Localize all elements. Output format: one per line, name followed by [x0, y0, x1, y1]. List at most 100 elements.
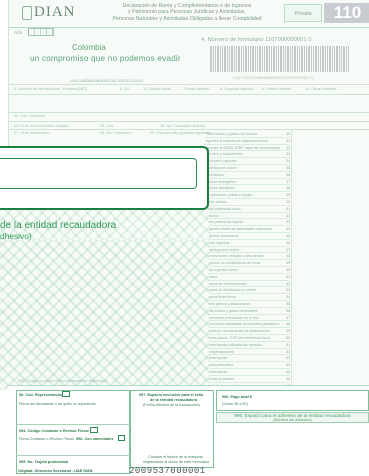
barcode-bar — [287, 46, 289, 72]
grid-row-label: Ingresos no constitutivos de renta — [206, 261, 260, 266]
barcode-bar — [299, 46, 300, 72]
row-divider — [8, 94, 369, 95]
grid-row: Gastos de administración — [204, 281, 290, 288]
grid-row-number: 56 — [286, 308, 290, 313]
barcode-bar — [224, 46, 226, 72]
grid-row-number: 65 — [286, 370, 290, 374]
grid-row: Rentas gravables — [204, 376, 290, 383]
barcode-bar — [336, 46, 338, 72]
grid-row: Activos intangibles — [204, 179, 290, 186]
form-header: DIAN Declaración de Renta y Complementar… — [8, 0, 369, 28]
barcode-bar — [257, 46, 258, 72]
barcode-bar — [329, 46, 331, 72]
grid-row-label: Renta por recuperación de deducciones — [206, 329, 270, 334]
grid-row-label: Rentas gravables — [206, 376, 234, 381]
grid-row: Efectivo y equivalentes — [204, 151, 290, 159]
rep-code-input[interactable] — [62, 391, 70, 397]
grid-row: Renta exenta — [204, 369, 290, 376]
field-segundo-apellido-label: 8. Segundo apellido — [220, 87, 254, 91]
grid-row: Costos — [204, 274, 290, 281]
grid-row-label: Devoluciones, rebajas y descuentos — [206, 254, 264, 259]
barcode-bar — [238, 46, 240, 72]
grid-row-label: Renta pasiva - ECE sin residencia fiscal — [206, 336, 270, 340]
grid-row-label: Total patrimonio bruto — [206, 206, 241, 211]
grid-row-number: 33 — [286, 152, 290, 157]
coloque-line-2: registradora al dorso de este formulario — [143, 460, 210, 464]
pago-total-sub: (Sume 98 a 87) — [222, 402, 249, 406]
barcode-bar — [266, 46, 268, 72]
grid-row-number: 32 — [286, 145, 290, 150]
grid-row: Total patrimonio líquido — [204, 219, 290, 227]
field-primer-nombre-label: 9. Primer nombre — [262, 87, 292, 91]
coloque-line-1: Coloque el timbre de la máquina — [148, 455, 203, 459]
grid-row-number: 59 — [286, 329, 290, 334]
grid-row-number: 57 — [286, 315, 290, 320]
grid-row-number: 55 — [286, 302, 290, 306]
grid-row: Total ingresos brutos — [204, 247, 290, 254]
grid-row-label: Ingresos brutos de actividades ordinaria… — [206, 227, 272, 232]
form-title: Declaración de Renta y Complementarios o… — [92, 3, 282, 22]
value-column[interactable] — [291, 130, 361, 390]
barcode-bar — [334, 46, 335, 72]
grid-row-label: Aportes al SENA, ICBF, cajas de compensa… — [206, 145, 280, 150]
barcode-bar — [313, 46, 314, 72]
box-997-sub2: (Fecha efectiva de la transacción) — [143, 403, 200, 407]
grid-row-number: 30 — [286, 132, 290, 136]
grid-row-number: 42 — [286, 213, 290, 218]
stamp-input-box[interactable] — [0, 158, 197, 189]
grid-row: Aportes al SENA, ICBF, cajas de compensa… — [204, 145, 290, 152]
ano-input[interactable] — [28, 28, 54, 36]
grid-row: Acciones y aportes — [204, 158, 290, 165]
field-fraccion-label: 29. Fracción año gravable siguiente — [150, 131, 211, 135]
barcode-bar — [276, 46, 277, 72]
row-divider — [16, 455, 130, 456]
barcode-bar — [234, 46, 235, 72]
grid-row-number: 40 — [286, 200, 290, 204]
original-label: Original: Dirección Seccional - UAE DIAN — [18, 469, 93, 473]
barcode-bar — [315, 46, 317, 72]
form-number-value: 1107000000001 0 — [265, 37, 312, 43]
brand-country: Colombia — [72, 43, 106, 52]
rep-sign-label: Firma del declarante o de quien lo repre… — [19, 402, 96, 406]
row-divider — [8, 121, 369, 122]
grid-row-number: 63 — [286, 356, 290, 361]
grid-row-number: 62 — [286, 349, 290, 354]
adhesivo-sub: (Número del adhesivo) — [273, 418, 312, 422]
grid-row-label: Inventarios — [206, 172, 224, 177]
grid-row-label: Activos intangibles — [206, 179, 236, 184]
row-divider — [8, 112, 369, 113]
grid-row-label: Renta líquida — [206, 356, 228, 361]
barcode-bar — [259, 46, 261, 72]
contador-code-input[interactable] — [90, 427, 98, 433]
barcode-bar — [248, 46, 249, 72]
barcode-bar — [227, 46, 228, 72]
pago-total-field[interactable] — [216, 390, 369, 411]
barcode-bar — [255, 46, 256, 72]
barcode-bar — [231, 46, 233, 72]
grid-row-label: Costos — [206, 274, 218, 279]
barcode-bar — [318, 46, 319, 72]
grid-row: Aportes al sistema de seguridad social — [204, 138, 290, 145]
barcode-bar — [327, 46, 328, 72]
instructions-hint: Lea cuidadosamente las instrucciones — [70, 78, 143, 83]
grid-row-label: Inversiones efectuadas en el año — [206, 315, 259, 320]
salvedades-checkbox[interactable] — [118, 435, 125, 441]
grid-row-number: 48 — [286, 254, 290, 259]
grid-row: Ingresos brutos de actividades ordinaria… — [204, 226, 290, 233]
ano-label: Año — [14, 30, 23, 35]
barcode-bar — [271, 46, 272, 72]
grid-row: Pasivos — [204, 213, 290, 220]
field-razon-label: 11. Razón social — [143, 87, 171, 91]
field-nit-label: 5. Número de Identificación Tributaria (… — [14, 87, 87, 91]
serial-number: 2009537000001 — [129, 466, 206, 476]
barcode-bar — [278, 46, 279, 72]
barcode-bar — [236, 46, 237, 72]
grid-row-number: 53 — [286, 288, 290, 293]
barcode-bar — [341, 46, 342, 72]
barcode-bar — [322, 46, 324, 72]
grid-row: Otros activos — [204, 199, 290, 206]
grid-row-number: 61 — [286, 342, 290, 347]
contador-code-label: 994. Código Contador o Revisor Fiscal — [19, 429, 89, 433]
barcode-bar — [306, 46, 307, 72]
barcode-bar — [264, 46, 265, 72]
